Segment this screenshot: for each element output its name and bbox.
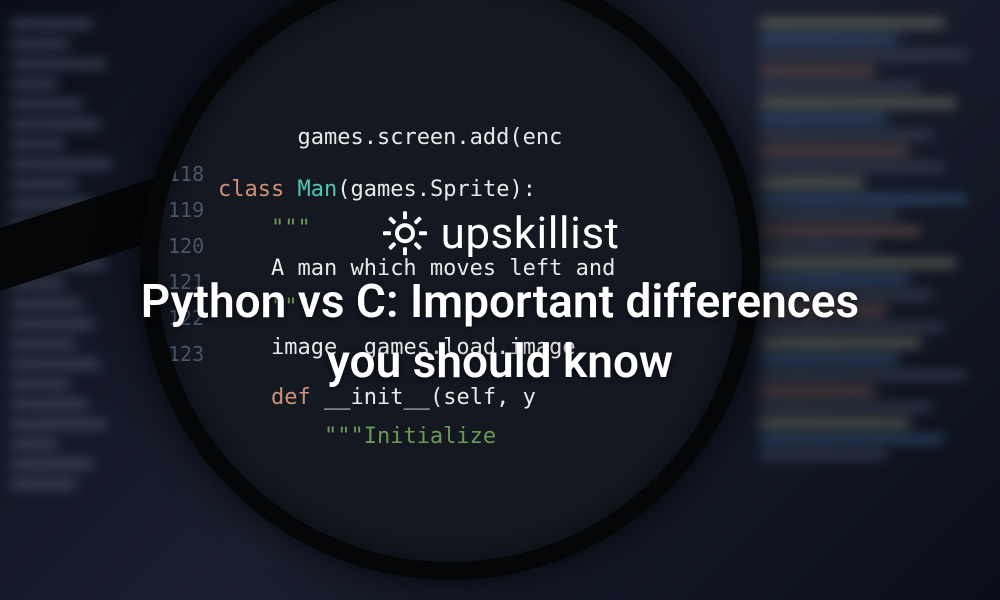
overlay-content: upskillist Python vs C: Important differ… (0, 207, 1000, 393)
blur-item (760, 164, 944, 170)
code-token: (games (337, 177, 416, 202)
blur-item (10, 160, 112, 168)
blur-item (760, 84, 921, 90)
blur-item (10, 180, 76, 188)
blur-item (760, 148, 910, 154)
code-token: Sprite (430, 177, 509, 202)
code-spacer (218, 158, 615, 170)
blur-item (10, 480, 76, 488)
line-number: 118 (168, 156, 204, 192)
brand-logo: upskillist (0, 207, 1000, 259)
blur-item (760, 132, 933, 138)
code-line-top: games.screen.add(enc (218, 118, 615, 158)
blur-item (10, 120, 100, 128)
brand-name: upskillist (441, 207, 620, 259)
blur-item (760, 180, 864, 186)
blur-item (10, 80, 58, 88)
blur-item (760, 116, 887, 122)
blur-item (760, 404, 933, 410)
blur-item (10, 100, 82, 108)
code-token: games.screen.add(enc (297, 125, 562, 150)
blur-item (760, 100, 956, 106)
code-token: . (417, 177, 430, 202)
sun-gear-icon (381, 209, 429, 257)
blur-item (10, 20, 94, 28)
title-line-2: you should know (327, 335, 673, 389)
blur-item (10, 440, 58, 448)
blur-item (760, 452, 887, 458)
code-line-class: class Man(games.Sprite): (218, 170, 615, 210)
blur-item (10, 140, 64, 148)
blur-item (760, 420, 910, 426)
code-keyword: class (218, 177, 284, 202)
blur-item (760, 52, 967, 58)
code-token: ): (509, 177, 536, 202)
code-string: """Initialize (324, 424, 496, 449)
blur-item (760, 436, 944, 442)
title-line-1: Python vs C: Important differences (141, 275, 859, 329)
blur-item (760, 20, 944, 26)
article-title: Python vs C: Important differences you s… (0, 273, 1000, 393)
blur-item (10, 40, 70, 48)
code-line-init-doc: """Initialize (218, 417, 615, 457)
blur-item (10, 460, 94, 468)
code-classname: Man (297, 177, 337, 202)
blur-item (760, 36, 898, 42)
blur-item (10, 60, 106, 68)
blur-item (760, 196, 967, 202)
blur-item (10, 400, 88, 408)
blur-item (10, 420, 106, 428)
blur-item (760, 68, 875, 74)
